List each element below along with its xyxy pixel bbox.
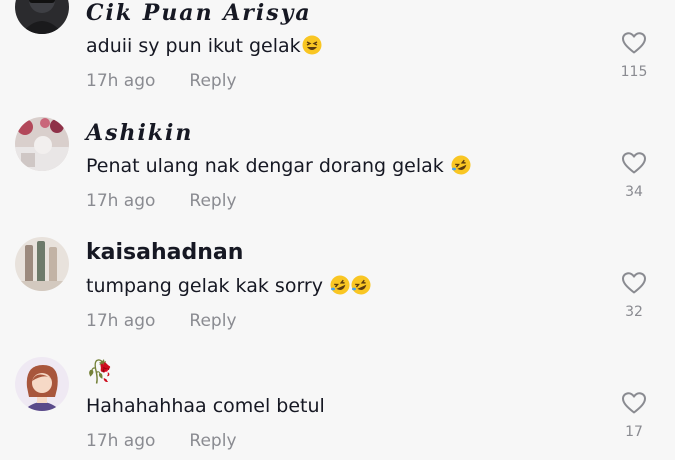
heart-outline-icon xyxy=(622,152,646,174)
reply-button[interactable]: Reply xyxy=(189,431,236,451)
like-button[interactable]: 34 xyxy=(608,151,660,201)
like-button[interactable]: 32 xyxy=(608,271,660,321)
heart-outline-icon xyxy=(622,272,646,294)
reply-button[interactable]: Reply xyxy=(189,71,236,91)
comment-username[interactable]: 🥀 xyxy=(86,360,113,386)
comment-text-body: Penat ulang nak dengar dorang gelak xyxy=(86,155,450,177)
grinning-squinting-emoji-icon xyxy=(302,35,322,55)
avatar[interactable] xyxy=(15,117,69,171)
comment-text-body: aduii sy pun ikut gelak xyxy=(86,35,301,57)
comment-text: aduii sy pun ikut gelak xyxy=(86,34,322,58)
heart-outline-icon xyxy=(622,32,646,54)
avatar[interactable] xyxy=(15,0,69,34)
like-count: 115 xyxy=(620,64,648,80)
avatar[interactable] xyxy=(15,237,69,291)
comment-item: kaisahadnan tumpang gelak kak sorry 17h … xyxy=(0,220,675,340)
comment-username[interactable]: 𝑨𝒔𝒉𝒊𝒌𝒊𝒏 xyxy=(86,120,193,146)
comment-meta: 17h ago Reply xyxy=(86,190,237,212)
comment-username[interactable]: kaisahadnan xyxy=(86,240,243,266)
comment-time: 17h ago xyxy=(86,71,156,91)
comment-meta: 17h ago Reply xyxy=(86,70,237,92)
like-count: 32 xyxy=(625,304,643,320)
comment-time: 17h ago xyxy=(86,431,156,451)
comment-meta: 17h ago Reply xyxy=(86,430,237,452)
comment-username[interactable]: 𝑪𝒊𝒌 𝑷𝒖𝒂𝒏 𝑨𝒓𝒊𝒔𝒚𝒂 xyxy=(86,0,312,26)
like-button[interactable]: 17 xyxy=(608,391,660,441)
like-count: 17 xyxy=(625,424,643,440)
avatar[interactable] xyxy=(15,357,69,411)
comment-meta: 17h ago Reply xyxy=(86,310,237,332)
comment-text: tumpang gelak kak sorry xyxy=(86,274,371,298)
like-count: 34 xyxy=(625,184,643,200)
comment-time: 17h ago xyxy=(86,191,156,211)
like-button[interactable]: 115 xyxy=(608,31,660,81)
reply-button[interactable]: Reply xyxy=(189,311,236,331)
comment-item: 𝑪𝒊𝒌 𝑷𝒖𝒂𝒏 𝑨𝒓𝒊𝒔𝒚𝒂 aduii sy pun ikut gelak … xyxy=(0,0,675,100)
comment-time: 17h ago xyxy=(86,311,156,331)
comment-text: Penat ulang nak dengar dorang gelak xyxy=(86,154,471,178)
heart-outline-icon xyxy=(622,392,646,414)
rolling-on-floor-laughing-emoji-icon xyxy=(330,275,350,295)
comment-text-body: tumpang gelak kak sorry xyxy=(86,275,330,297)
rolling-on-floor-laughing-emoji-icon xyxy=(451,155,471,175)
comment-text: Hahahahhaa comel betul xyxy=(86,394,325,418)
comment-text-body: Hahahahhaa comel betul xyxy=(86,395,325,417)
rolling-on-floor-laughing-emoji-icon xyxy=(351,275,371,295)
comment-item: 🥀 Hahahahhaa comel betul 17h ago Reply 17 xyxy=(0,340,675,460)
reply-button[interactable]: Reply xyxy=(189,191,236,211)
comment-item: 𝑨𝒔𝒉𝒊𝒌𝒊𝒏 Penat ulang nak dengar dorang ge… xyxy=(0,100,675,220)
